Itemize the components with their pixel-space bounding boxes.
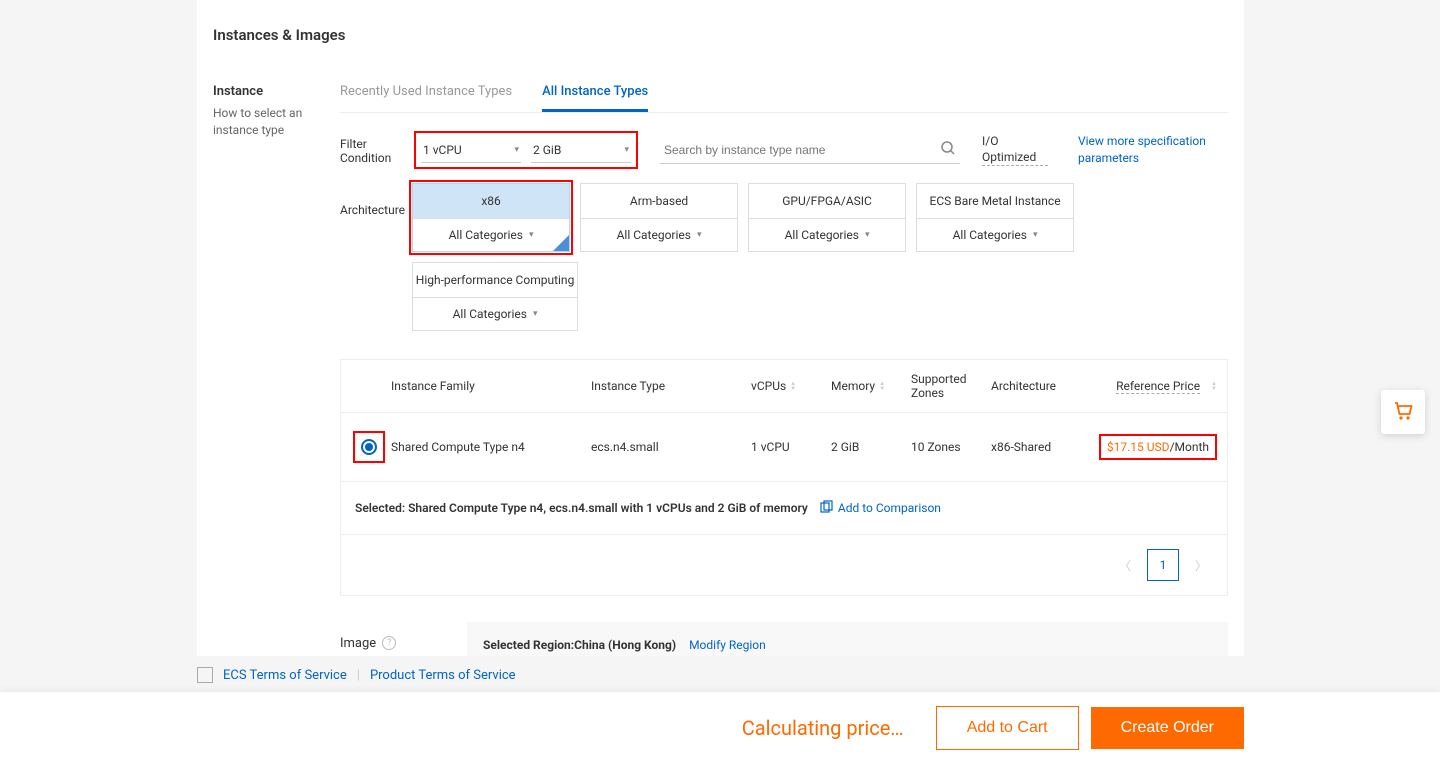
architecture-label: Architecture [340,183,412,217]
terms-checkbox[interactable] [197,667,213,683]
filter-condition-label: Filter Condition [340,131,414,165]
arch-name: ECS Bare Metal Instance [917,184,1073,219]
sort-icon: ▲▼ [879,381,885,391]
tab-recently-used[interactable]: Recently Used Instance Types [340,84,512,112]
th-zones: Supported Zones [911,372,991,400]
memory-select[interactable]: 2 GiB [531,137,631,163]
th-reference-price[interactable]: Reference Price ▲▼ [1061,372,1217,400]
arch-card-x86[interactable]: x86 All Categories [412,183,570,252]
vcpu-select[interactable]: 1 vCPU [421,137,521,163]
cell-price-period: /Month [1170,440,1209,454]
arch-name: Arm-based [581,184,737,219]
th-instance-family: Instance Family [391,372,591,400]
pager-prev[interactable]: 〈 [1113,557,1137,574]
arch-categories-dropdown[interactable]: All Categories [749,219,905,251]
arch-categories-dropdown[interactable]: All Categories [917,219,1073,251]
cell-family: Shared Compute Type n4 [391,440,591,454]
check-icon [553,235,569,251]
pager-next[interactable]: 〉 [1189,557,1213,574]
arch-categories-dropdown[interactable]: All Categories [413,219,569,251]
cell-zones: 10 Zones [911,440,991,454]
tab-all-instance-types[interactable]: All Instance Types [542,84,648,112]
terms-separator: | [357,668,360,683]
cell-type: ecs.n4.small [591,440,751,454]
arch-categories-dropdown[interactable]: All Categories [581,219,737,251]
ecs-terms-link[interactable]: ECS Terms of Service [223,668,347,683]
image-label: Image [340,636,376,651]
row-radio[interactable] [361,439,377,455]
region-value: China (Hong Kong) [574,638,676,652]
arch-name: GPU/FPGA/ASIC [749,184,905,219]
create-order-button[interactable]: Create Order [1091,707,1244,749]
pager-page-1[interactable]: 1 [1147,549,1179,581]
th-instance-type: Instance Type [591,372,751,400]
selected-summary: Selected: Shared Compute Type n4, ecs.n4… [355,501,808,515]
arch-name: x86 [413,184,569,219]
th-architecture: Architecture [991,372,1061,400]
arch-card-bare-metal[interactable]: ECS Bare Metal Instance All Categories [916,183,1074,252]
search-input[interactable] [660,136,960,164]
instance-label: Instance [213,84,340,99]
page-title: Instances & Images [213,26,1228,44]
region-label: Selected Region: [483,638,574,652]
sort-icon: ▲▼ [1211,381,1217,391]
cart-float-button[interactable] [1381,390,1425,434]
cart-icon [1391,398,1415,426]
arch-name: High-performance Computing [413,263,577,298]
more-spec-link[interactable]: View more specification parameters [1078,133,1228,167]
modify-region-link[interactable]: Modify Region [689,638,766,652]
instance-table: Instance Family Instance Type vCPUs▲▼ Me… [340,359,1228,596]
price-status: Calculating price… [742,716,904,740]
th-vcpus[interactable]: vCPUs▲▼ [751,372,831,400]
add-to-cart-button[interactable]: Add to Cart [936,706,1079,750]
sort-icon: ▲▼ [790,381,796,391]
arch-card-gpu[interactable]: GPU/FPGA/ASIC All Categories [748,183,906,252]
cell-price-amount: $17.15 USD [1107,440,1170,454]
arch-categories-dropdown[interactable]: All Categories [413,298,577,330]
io-optimized-label[interactable]: I/O Optimized [982,134,1048,166]
cell-arch: x86-Shared [991,440,1061,454]
instance-help-link[interactable]: How to select an instance type [213,105,340,139]
arch-card-hpc[interactable]: High-performance Computing All Categorie… [412,262,578,331]
table-row[interactable]: Shared Compute Type n4 ecs.n4.small 1 vC… [341,413,1227,482]
add-to-comparison-link[interactable]: Add to Comparison [820,500,941,516]
cell-memory: 2 GiB [831,440,911,454]
arch-card-arm[interactable]: Arm-based All Categories [580,183,738,252]
th-memory[interactable]: Memory▲▼ [831,372,911,400]
product-terms-link[interactable]: Product Terms of Service [370,668,516,683]
help-icon[interactable]: ? [382,636,396,650]
copy-icon [820,500,833,516]
cell-vcpus: 1 vCPU [751,440,831,454]
